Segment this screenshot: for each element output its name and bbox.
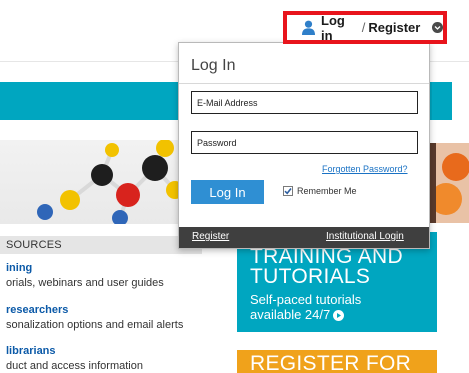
resource-desc-researchers: sonalization options and email alerts bbox=[6, 319, 184, 331]
password-input[interactable] bbox=[191, 131, 418, 154]
login-panel-footer: Register Institutional Login bbox=[179, 227, 429, 248]
login-label: Log in bbox=[321, 12, 345, 43]
login-submit-button[interactable]: Log In bbox=[191, 180, 264, 204]
register-promo-tile[interactable]: REGISTER FOR bbox=[237, 350, 437, 373]
login-register-trigger[interactable]: Log in / Register bbox=[283, 11, 447, 44]
login-separator: / bbox=[361, 20, 366, 35]
register-label: Register bbox=[368, 20, 421, 35]
play-icon bbox=[333, 310, 345, 322]
remember-me-control[interactable]: Remember Me bbox=[283, 186, 357, 196]
login-panel-title: Log In bbox=[191, 57, 236, 74]
register-promo-text: REGISTER FOR bbox=[250, 352, 412, 373]
resource-link-researchers[interactable]: researchers bbox=[6, 304, 68, 316]
remember-me-checkbox[interactable] bbox=[283, 186, 293, 196]
chevron-down-icon bbox=[432, 22, 443, 33]
training-promo-line2: TUTORIALS bbox=[250, 265, 371, 288]
molecule-illustration bbox=[37, 140, 200, 224]
resource-link-librarians[interactable]: librarians bbox=[6, 345, 56, 357]
resource-link-training[interactable]: ining bbox=[6, 262, 32, 274]
login-dropdown-panel: Log In Forgotten Password? Log In Rememb… bbox=[178, 42, 430, 249]
hero-molecule-image bbox=[0, 140, 200, 224]
check-icon bbox=[284, 188, 292, 195]
user-icon bbox=[301, 20, 316, 35]
nav-band-right bbox=[432, 82, 452, 120]
training-promo-sub1: Self-paced tutorials bbox=[250, 292, 362, 307]
training-promo-sub2-row: available 24/7 bbox=[250, 307, 345, 322]
login-panel-divider bbox=[179, 83, 429, 84]
institutional-login-link[interactable]: Institutional Login bbox=[326, 231, 404, 242]
resources-header: SOURCES bbox=[0, 236, 202, 254]
resource-desc-librarians: duct and access information bbox=[6, 360, 143, 372]
training-promo-sub2: available 24/7 bbox=[250, 307, 331, 322]
side-hero-image bbox=[428, 143, 469, 223]
resource-desc-training: orials, webinars and user guides bbox=[6, 277, 164, 289]
remember-me-label: Remember Me bbox=[297, 186, 357, 196]
forgot-password-link[interactable]: Forgotten Password? bbox=[322, 164, 408, 174]
side-hero-illustration bbox=[428, 143, 469, 223]
email-input[interactable] bbox=[191, 91, 418, 114]
register-link[interactable]: Register bbox=[192, 231, 229, 242]
